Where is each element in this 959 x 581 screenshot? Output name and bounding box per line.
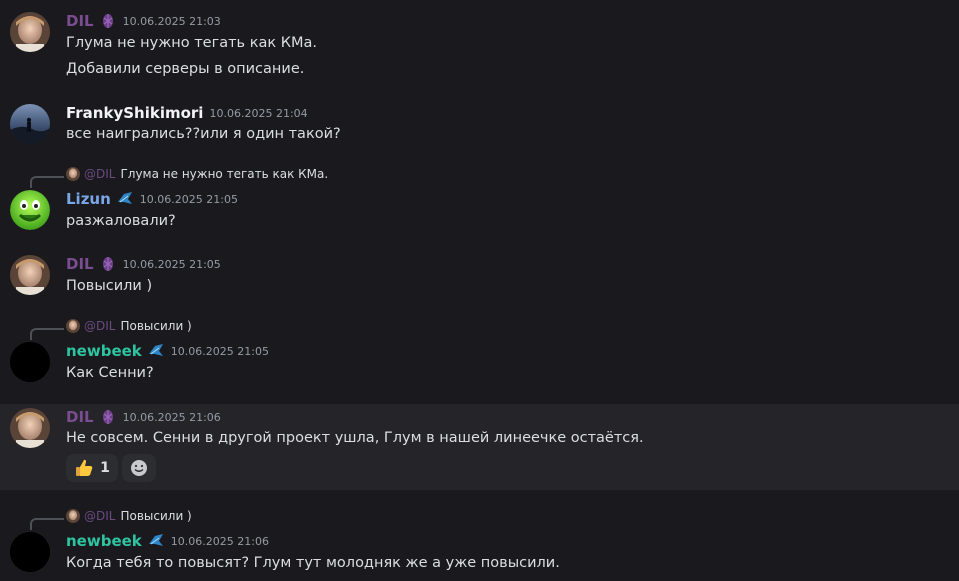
message-text: Когда тебя то повысят? Глум тут молодняк… [66, 555, 560, 571]
author-name[interactable]: DIL [66, 408, 94, 426]
smiley-add-reaction-icon [131, 460, 147, 476]
reply-avatar [66, 319, 80, 333]
message-text: разжаловали? [66, 213, 176, 229]
role-bird-badge-icon [148, 344, 163, 356]
message-franky: FrankyShikimori 10.06.2025 21:04 все наи… [0, 95, 959, 160]
author-name[interactable]: DIL [66, 12, 94, 30]
message-text: Добавили серверы в описание. [66, 61, 305, 77]
green-ghost-icon [10, 190, 50, 230]
add-reaction-button[interactable] [122, 454, 156, 482]
author-name[interactable]: FrankyShikimori [66, 104, 203, 122]
message-dil-1: DIL 10.06.2025 21:03 Глума не нужно тега… [0, 0, 959, 95]
role-bird-badge-icon [148, 534, 163, 546]
message-text: Как Сенни? [66, 365, 154, 381]
avatar-newbeek[interactable] [10, 532, 50, 572]
landscape-silhouette-icon [10, 104, 50, 144]
message-dil-3: DIL 10.06.2025 21:06 Не совсем. Сенни в … [0, 404, 959, 490]
avatar-dil[interactable] [10, 12, 50, 52]
reply-connector [30, 328, 64, 340]
message-newbeek-2: @DIL Повысили ) newbeek 10.06.2025 21:06… [0, 500, 959, 581]
role-flower-badge-icon [102, 14, 113, 28]
reply-preview[interactable]: @DIL Повысили ) [66, 319, 192, 333]
child-portrait-icon [10, 408, 50, 448]
message-text: Не совсем. Сенни в другой проект ушла, Г… [66, 430, 644, 446]
reply-connector [30, 518, 64, 530]
reply-text[interactable]: Глума не нужно тегать как КМа. [120, 167, 328, 181]
message-text: все наигрались??или я один такой? [66, 126, 341, 142]
message-text: Повысили ) [66, 278, 153, 294]
reply-preview[interactable]: @DIL Глума не нужно тегать как КМа. [66, 167, 328, 181]
author-name[interactable]: DIL [66, 255, 94, 273]
reply-mention[interactable]: @DIL [84, 319, 115, 333]
message-newbeek-1: @DIL Повысили ) newbeek 10.06.2025 21:05… [0, 310, 959, 402]
avatar-franky[interactable] [10, 104, 50, 144]
reply-avatar [66, 509, 80, 523]
timestamp[interactable]: 10.06.2025 21:04 [209, 107, 307, 120]
thumbs-up-icon [76, 459, 93, 476]
timestamp[interactable]: 10.06.2025 21:05 [123, 258, 221, 271]
avatar-dil[interactable] [10, 255, 50, 295]
reply-connector [30, 176, 64, 188]
reply-avatar [66, 167, 80, 181]
author-name[interactable]: newbeek [66, 342, 142, 360]
timestamp[interactable]: 10.06.2025 21:06 [171, 535, 269, 548]
message-lizun: @DIL Глума не нужно тегать как КМа. Lizu… [0, 160, 959, 245]
reply-preview[interactable]: @DIL Повысили ) [66, 509, 192, 523]
child-portrait-icon [10, 12, 50, 52]
reply-text[interactable]: Повысили ) [120, 319, 191, 333]
reaction-thumbs-up[interactable]: 1 [66, 454, 118, 482]
avatar-lizun[interactable] [10, 190, 50, 230]
role-flower-badge-icon [102, 410, 113, 424]
timestamp[interactable]: 10.06.2025 21:06 [123, 411, 221, 424]
child-portrait-icon [10, 255, 50, 295]
black-circle-icon [10, 342, 50, 382]
black-circle-icon [10, 532, 50, 572]
reply-text[interactable]: Повысили ) [120, 509, 191, 523]
role-bird-badge-icon [117, 192, 132, 204]
timestamp[interactable]: 10.06.2025 21:05 [140, 193, 238, 206]
message-dil-2: DIL 10.06.2025 21:05 Повысили ) [0, 245, 959, 310]
reply-mention[interactable]: @DIL [84, 167, 115, 181]
reply-mention[interactable]: @DIL [84, 509, 115, 523]
author-name[interactable]: newbeek [66, 532, 142, 550]
reaction-count: 1 [100, 460, 110, 476]
avatar-dil[interactable] [10, 408, 50, 448]
role-flower-badge-icon [102, 257, 113, 271]
timestamp[interactable]: 10.06.2025 21:05 [171, 345, 269, 358]
avatar-newbeek[interactable] [10, 342, 50, 382]
timestamp[interactable]: 10.06.2025 21:03 [123, 15, 221, 28]
message-text: Глума не нужно тегать как КМа. [66, 35, 318, 51]
author-name[interactable]: Lizun [66, 190, 111, 208]
